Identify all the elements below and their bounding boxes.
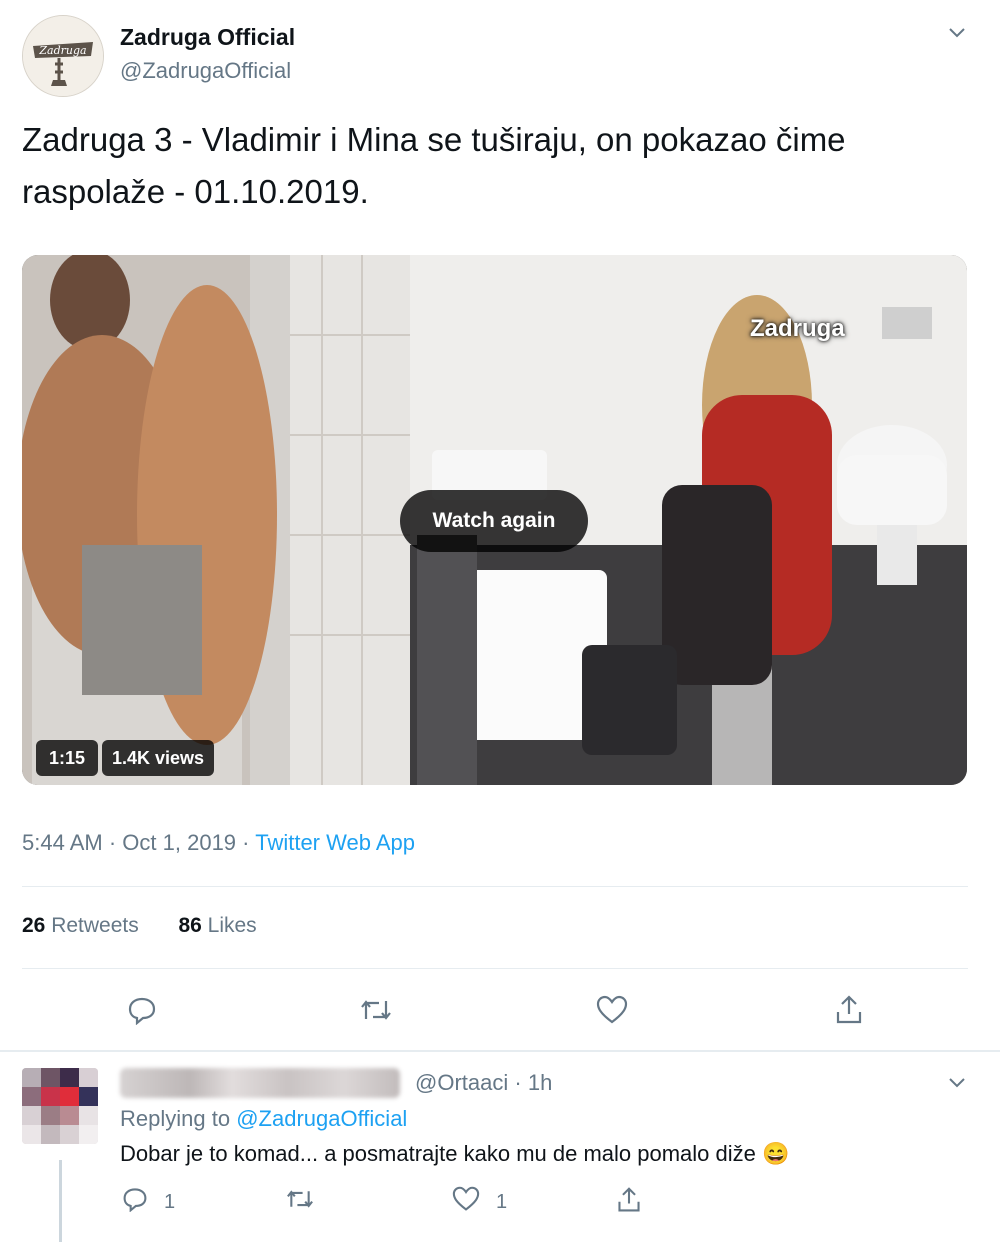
zadruga-logo: Zadruga — [23, 16, 103, 96]
reply-text-line: Dobar je to komad... a posmatrajte kako … — [120, 1141, 789, 1167]
like-icon — [452, 1186, 480, 1218]
video-watermark: Zadruga — [750, 315, 845, 342]
video-views: 1.4K views — [102, 740, 214, 776]
replying-to: Replying to @ZadrugaOfficial — [120, 1106, 407, 1132]
pixelated-avatar — [22, 1068, 98, 1144]
meta-separator: · — [242, 830, 256, 855]
chevron-down-icon[interactable] — [946, 22, 968, 49]
tweet-stats: 26 Retweets 86 Likes — [22, 914, 257, 938]
like-icon[interactable] — [592, 990, 632, 1030]
watch-again-button[interactable]: Watch again — [400, 490, 588, 552]
meta-separator: · — [514, 1070, 528, 1095]
reply-icon[interactable] — [122, 990, 162, 1030]
tweet-text: Zadruga 3 - Vladimir i Mina se tuširaju,… — [22, 121, 846, 210]
retweets-stat[interactable]: 26 Retweets — [22, 914, 139, 937]
reply-author-name-blurred — [120, 1068, 400, 1098]
tweet-date[interactable]: Oct 1, 2019 — [122, 830, 236, 855]
tweet-meta: 5:44 AM · Oct 1, 2019 · Twitter Web App — [22, 830, 415, 856]
author-name[interactable]: Zadruga Official — [120, 24, 295, 51]
reply-handle-line: @Ortaaci · 1h — [415, 1070, 552, 1096]
replying-prefix: Replying to — [120, 1106, 231, 1131]
meta-separator: · — [108, 830, 123, 855]
author-handle[interactable]: @ZadrugaOfficial — [120, 58, 291, 84]
reply-like-action[interactable]: 1 — [452, 1186, 507, 1218]
svg-text:Zadruga: Zadruga — [38, 44, 86, 57]
reply-handle[interactable]: @Ortaaci — [415, 1070, 508, 1095]
reply-mention[interactable]: @ZadrugaOfficial — [236, 1106, 407, 1131]
reply-reply-action[interactable]: 1 — [122, 1186, 175, 1218]
reply-emoji: 😄 — [762, 1141, 790, 1166]
tweet-time[interactable]: 5:44 AM — [22, 830, 103, 855]
reply-avatar[interactable] — [22, 1068, 98, 1144]
reply-icon — [122, 1186, 148, 1218]
thread-line — [59, 1160, 62, 1242]
reply-separator — [0, 1050, 1000, 1052]
likes-stat[interactable]: 86 Likes — [178, 914, 256, 937]
divider — [22, 968, 968, 969]
retweet-icon[interactable] — [285, 1186, 315, 1212]
share-icon[interactable] — [829, 990, 869, 1030]
reply-time[interactable]: 1h — [528, 1070, 552, 1095]
tweet-source[interactable]: Twitter Web App — [255, 830, 415, 855]
divider — [22, 886, 968, 887]
reply-text: Dobar je to komad... a posmatrajte kako … — [120, 1141, 756, 1166]
like-count: 1 — [496, 1190, 508, 1213]
reply-count: 1 — [164, 1190, 176, 1213]
chevron-down-icon[interactable] — [946, 1072, 968, 1099]
avatar[interactable]: Zadruga — [22, 15, 104, 97]
video-duration: 1:15 — [36, 740, 98, 776]
retweet-icon[interactable] — [356, 990, 396, 1030]
share-icon[interactable] — [616, 1186, 642, 1214]
